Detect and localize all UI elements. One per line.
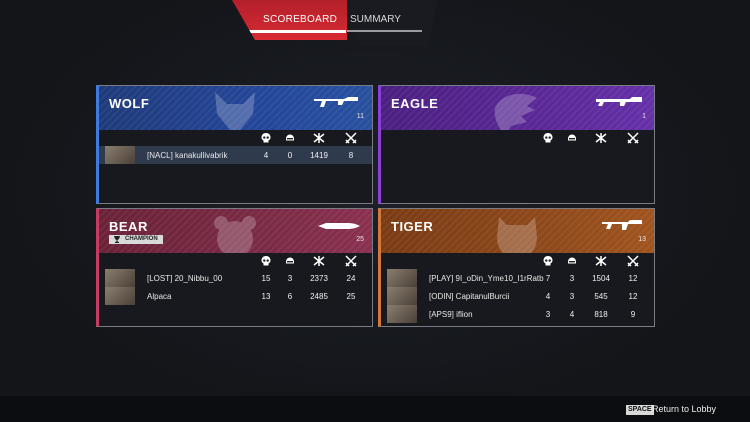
- return-to-lobby-button[interactable]: Return to Lobby: [652, 404, 716, 414]
- knife-icon: [318, 223, 360, 229]
- damage-icon: [595, 255, 607, 267]
- helmet-icon: [284, 132, 296, 144]
- assists-value: 24: [346, 274, 356, 283]
- stat-icons-row: [381, 130, 654, 146]
- skull-icon: [260, 255, 272, 267]
- team-header: BEAR CHAMPION 25: [99, 209, 372, 253]
- damage-value: 818: [594, 310, 608, 319]
- avatar: [387, 305, 417, 323]
- helmet-icon: [284, 255, 296, 267]
- stat-icons-row: [381, 253, 654, 269]
- player-row[interactable]: [NACL] kanakullivabrik 4 0 1419 8: [99, 146, 372, 164]
- damage-value: 2373: [310, 274, 328, 283]
- assists-value: 12: [628, 274, 638, 283]
- weapon-count: 13: [638, 236, 646, 243]
- damage-icon: [595, 132, 607, 144]
- tab-summary-label: SUMMARY: [350, 14, 401, 25]
- player-name: [PLAY] 9I_oDin_Yme10_I1rRatb: [429, 274, 544, 283]
- team-header: EAGLE 1: [381, 86, 654, 130]
- deaths-value: 6: [287, 292, 293, 301]
- team-name: TIGER: [391, 219, 434, 234]
- swords-icon: [345, 132, 357, 144]
- team-panel-wolf: WOLF 11 [NACL] kanakullivabrik 4 0 1419 …: [96, 85, 373, 204]
- rifle-icon: [314, 97, 358, 107]
- assists-value: 12: [628, 292, 638, 301]
- player-name: [LOST] 20_Nibbu_00: [147, 274, 223, 283]
- player-row[interactable]: [ODIN] CapitanulBurcii 4 3 545 12: [381, 287, 654, 305]
- assists-value: 8: [348, 151, 354, 160]
- damage-value: 545: [594, 292, 608, 301]
- skull-icon: [260, 132, 272, 144]
- avatar: [105, 269, 135, 287]
- weapon-count: 1: [642, 113, 646, 120]
- player-row[interactable]: [APS9] iflion 3 4 818 9: [381, 305, 654, 323]
- tab-scoreboard-label: SCOREBOARD: [263, 14, 338, 25]
- player-row[interactable]: [LOST] 20_Nibbu_00 15 3 2373 24: [99, 269, 372, 287]
- avatar: [387, 287, 417, 305]
- player-name: Alpaca: [147, 292, 172, 301]
- weapon-count: 11: [356, 113, 364, 120]
- deaths-value: 3: [569, 292, 575, 301]
- player-row[interactable]: Alpaca 13 6 2485 25: [99, 287, 372, 305]
- rifle-icon: [602, 220, 642, 230]
- damage-icon: [313, 255, 325, 267]
- player-row[interactable]: [PLAY] 9I_oDin_Yme10_I1rRatb 7 3 1504 12: [381, 269, 654, 287]
- deaths-value: 3: [569, 274, 575, 283]
- player-name: [APS9] iflion: [429, 310, 473, 319]
- tab-summary-underline: [344, 30, 422, 32]
- player-name: [ODIN] CapitanulBurcii: [429, 292, 510, 301]
- space-key-hint: SPACE: [626, 405, 654, 415]
- rifle-icon: [596, 97, 642, 106]
- team-panel-bear: BEAR CHAMPION 25 [LOST] 20_Nibbu_00 15 3…: [96, 208, 373, 327]
- champion-label: CHAMPION: [125, 236, 158, 242]
- deaths-value: 0: [287, 151, 293, 160]
- tab-scoreboard[interactable]: SCOREBOARD: [232, 0, 347, 40]
- team-name: BEAR: [109, 219, 148, 234]
- deaths-value: 3: [287, 274, 293, 283]
- helmet-icon: [566, 132, 578, 144]
- avatar: [105, 287, 135, 305]
- top-tabs: SUMMARY SCOREBOARD: [232, 0, 442, 48]
- team-panel-eagle: EAGLE 1: [378, 85, 655, 204]
- damage-value: 1419: [310, 151, 328, 160]
- stat-icons-row: [99, 130, 372, 146]
- assists-value: 9: [630, 310, 636, 319]
- team-header: WOLF 11: [99, 86, 372, 130]
- avatar: [387, 269, 417, 287]
- player-name: [NACL] kanakullivabrik: [147, 151, 228, 160]
- stat-icons-row: [99, 253, 372, 269]
- trophy-icon: [114, 236, 120, 243]
- swords-icon: [627, 132, 639, 144]
- helmet-icon: [566, 255, 578, 267]
- assists-value: 25: [346, 292, 356, 301]
- avatar: [105, 146, 135, 164]
- swords-icon: [345, 255, 357, 267]
- weapon-count: 25: [356, 236, 364, 243]
- damage-value: 1504: [592, 274, 610, 283]
- damage-value: 2485: [310, 292, 328, 301]
- team-panel-tiger: TIGER 13 [PLAY] 9I_oDin_Yme10_I1rRatb 7 …: [378, 208, 655, 327]
- damage-icon: [313, 132, 325, 144]
- team-header: TIGER 13: [381, 209, 654, 253]
- skull-icon: [542, 255, 554, 267]
- skull-icon: [542, 132, 554, 144]
- tab-summary[interactable]: SUMMARY: [334, 0, 438, 46]
- champion-badge: CHAMPION: [109, 235, 163, 244]
- team-name: EAGLE: [391, 96, 439, 111]
- swords-icon: [627, 255, 639, 267]
- team-name: WOLF: [109, 96, 150, 111]
- tab-scoreboard-underline: [234, 30, 346, 33]
- deaths-value: 4: [569, 310, 575, 319]
